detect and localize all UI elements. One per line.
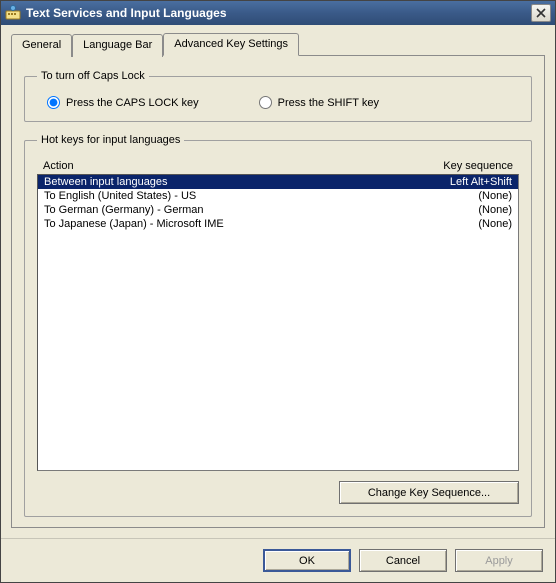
radio-caps-lock-input[interactable] xyxy=(47,96,60,109)
hotkeys-button-row: Change Key Sequence... xyxy=(37,481,519,504)
list-item[interactable]: To German (Germany) - German(None) xyxy=(38,203,518,217)
list-item-action: To Japanese (Japan) - Microsoft IME xyxy=(44,218,402,230)
tab-general[interactable]: General xyxy=(11,34,72,57)
list-item[interactable]: To Japanese (Japan) - Microsoft IME(None… xyxy=(38,217,518,231)
capslock-group: To turn off Caps Lock Press the CAPS LOC… xyxy=(24,70,532,122)
window-title: Text Services and Input Languages xyxy=(26,6,531,20)
dialog-window: Text Services and Input Languages Genera… xyxy=(0,0,556,583)
ok-button[interactable]: OK xyxy=(263,549,351,572)
radio-shift-key[interactable]: Press the SHIFT key xyxy=(259,96,379,109)
list-item-key: (None) xyxy=(402,190,512,202)
list-item-action: To German (Germany) - German xyxy=(44,204,402,216)
list-item-action: Between input languages xyxy=(44,176,402,188)
list-item-key: Left Alt+Shift xyxy=(402,176,512,188)
column-action: Action xyxy=(43,160,403,172)
close-button[interactable] xyxy=(531,4,551,22)
capslock-options: Press the CAPS LOCK key Press the SHIFT … xyxy=(37,96,519,109)
apply-button[interactable]: Apply xyxy=(455,549,543,572)
cancel-button[interactable]: Cancel xyxy=(359,549,447,572)
radio-shift-label: Press the SHIFT key xyxy=(278,97,379,109)
radio-caps-lock-key[interactable]: Press the CAPS LOCK key xyxy=(47,96,199,109)
tab-panel-advanced: To turn off Caps Lock Press the CAPS LOC… xyxy=(11,55,545,528)
hotkeys-listbox[interactable]: Between input languagesLeft Alt+ShiftTo … xyxy=(37,174,519,471)
list-item-key: (None) xyxy=(402,218,512,230)
tab-advanced-key-settings[interactable]: Advanced Key Settings xyxy=(163,33,299,56)
list-item-action: To English (United States) - US xyxy=(44,190,402,202)
list-item[interactable]: To English (United States) - US(None) xyxy=(38,189,518,203)
hotkeys-legend: Hot keys for input languages xyxy=(37,134,184,146)
change-key-sequence-button[interactable]: Change Key Sequence... xyxy=(339,481,519,504)
list-item-key: (None) xyxy=(402,204,512,216)
tab-language-bar[interactable]: Language Bar xyxy=(72,34,163,57)
radio-shift-input[interactable] xyxy=(259,96,272,109)
hotkeys-header: Action Key sequence xyxy=(37,156,519,174)
capslock-legend: To turn off Caps Lock xyxy=(37,70,149,82)
title-bar: Text Services and Input Languages xyxy=(1,1,555,25)
hotkeys-group: Hot keys for input languages Action Key … xyxy=(24,134,532,517)
tab-strip: General Language Bar Advanced Key Settin… xyxy=(11,33,545,56)
column-key-sequence: Key sequence xyxy=(403,160,513,172)
radio-caps-lock-label: Press the CAPS LOCK key xyxy=(66,97,199,109)
app-icon xyxy=(5,5,21,21)
list-item[interactable]: Between input languagesLeft Alt+Shift xyxy=(38,175,518,189)
dialog-button-row: OK Cancel Apply xyxy=(1,538,555,582)
dialog-content: General Language Bar Advanced Key Settin… xyxy=(1,25,555,538)
